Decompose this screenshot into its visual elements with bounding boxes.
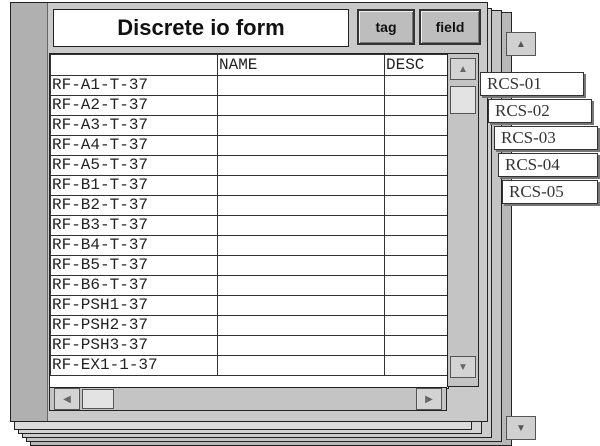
table-row[interactable]: RF-B2-T-37: [50, 195, 448, 216]
tag-cell[interactable]: RF-A2-T-37: [50, 95, 218, 116]
horizontal-scrollbar[interactable]: ◀ ▶: [49, 387, 447, 411]
desc-cell[interactable]: [384, 235, 448, 256]
name-cell[interactable]: [217, 115, 385, 136]
name-cell[interactable]: [217, 255, 385, 276]
record-tab-rcs-02[interactable]: RCS-02: [488, 99, 592, 123]
name-cell[interactable]: [217, 295, 385, 316]
previous-record-up-icon[interactable]: ▲: [506, 32, 536, 56]
desc-cell[interactable]: [384, 295, 448, 316]
tag-cell[interactable]: RF-PSH2-37: [50, 315, 218, 336]
desc-cell[interactable]: [384, 95, 448, 116]
name-cell[interactable]: [217, 175, 385, 196]
table-row[interactable]: RF-B6-T-37: [50, 275, 448, 296]
header-row: NAME DESC: [50, 54, 448, 76]
desc-cell[interactable]: [384, 335, 448, 356]
horizontal-scroll-thumb[interactable]: [82, 389, 114, 409]
desc-cell[interactable]: [384, 75, 448, 96]
header-desc[interactable]: DESC: [384, 54, 448, 76]
desc-cell[interactable]: [384, 215, 448, 236]
tag-cell[interactable]: RF-EX1-1-37: [50, 355, 218, 376]
desc-cell[interactable]: [384, 115, 448, 136]
table-row[interactable]: RF-B5-T-37: [50, 255, 448, 276]
table-row[interactable]: RF-B3-T-37: [50, 215, 448, 236]
name-cell[interactable]: [217, 235, 385, 256]
desc-cell[interactable]: [384, 175, 448, 196]
desc-cell[interactable]: [384, 255, 448, 276]
tag-cell[interactable]: RF-A3-T-37: [50, 115, 218, 136]
next-record-down-icon[interactable]: ▼: [506, 416, 536, 440]
table-row[interactable]: RF-B4-T-37: [50, 235, 448, 256]
desc-cell[interactable]: [384, 355, 448, 376]
scroll-right-icon[interactable]: ▶: [416, 388, 442, 410]
record-tab-rcs-05[interactable]: RCS-05: [502, 180, 598, 204]
header-name[interactable]: NAME: [217, 54, 385, 76]
tag-cell[interactable]: RF-B3-T-37: [50, 215, 218, 236]
name-cell[interactable]: [217, 195, 385, 216]
scroll-down-icon[interactable]: ▼: [450, 356, 476, 378]
name-cell[interactable]: [217, 95, 385, 116]
name-cell[interactable]: [217, 355, 385, 376]
name-cell[interactable]: [217, 275, 385, 296]
table-row[interactable]: RF-EX1-1-37: [50, 355, 448, 376]
name-cell[interactable]: [217, 315, 385, 336]
desc-cell[interactable]: [384, 275, 448, 296]
table-row[interactable]: RF-B1-T-37: [50, 175, 448, 196]
io-table: NAME DESC RF-A1-T-37 RF-A2-T-37 RF-A3-T-…: [50, 54, 448, 376]
header-tag[interactable]: [50, 54, 218, 76]
field-button[interactable]: field: [419, 9, 481, 45]
tag-cell[interactable]: RF-B1-T-37: [50, 175, 218, 196]
name-cell[interactable]: [217, 75, 385, 96]
record-tab-rcs-04[interactable]: RCS-04: [498, 153, 598, 177]
tag-cell[interactable]: RF-B2-T-37: [50, 195, 218, 216]
table-row[interactable]: RF-PSH3-37: [50, 335, 448, 356]
tag-cell[interactable]: RF-B4-T-37: [50, 235, 218, 256]
tag-cell[interactable]: RF-A1-T-37: [50, 75, 218, 96]
tag-cell[interactable]: RF-A4-T-37: [50, 135, 218, 156]
desc-cell[interactable]: [384, 135, 448, 156]
name-cell[interactable]: [217, 155, 385, 176]
tag-cell[interactable]: RF-PSH3-37: [50, 335, 218, 356]
scroll-up-icon[interactable]: ▲: [450, 58, 476, 80]
vertical-scroll-thumb[interactable]: [450, 86, 476, 114]
form-title: Discrete io form: [53, 9, 349, 47]
desc-cell[interactable]: [384, 315, 448, 336]
table-row[interactable]: RF-A4-T-37: [50, 135, 448, 156]
tag-cell[interactable]: RF-B5-T-37: [50, 255, 218, 276]
table-row[interactable]: RF-A2-T-37: [50, 95, 448, 116]
discrete-io-form: Discrete io form tag field NAME DESC RF-…: [10, 2, 488, 422]
data-grid: NAME DESC RF-A1-T-37 RF-A2-T-37 RF-A3-T-…: [49, 53, 449, 389]
tag-cell[interactable]: RF-B6-T-37: [50, 275, 218, 296]
scroll-left-icon[interactable]: ◀: [54, 388, 80, 410]
vertical-scrollbar[interactable]: ▲ ▼: [447, 53, 479, 387]
table-row[interactable]: RF-PSH2-37: [50, 315, 448, 336]
desc-cell[interactable]: [384, 195, 448, 216]
name-cell[interactable]: [217, 335, 385, 356]
table-row[interactable]: RF-PSH1-37: [50, 295, 448, 316]
tag-cell[interactable]: RF-A5-T-37: [50, 155, 218, 176]
table-row[interactable]: RF-A3-T-37: [50, 115, 448, 136]
form-left-margin: [11, 3, 48, 421]
name-cell[interactable]: [217, 215, 385, 236]
record-tab-rcs-03[interactable]: RCS-03: [494, 126, 598, 150]
tag-cell[interactable]: RF-PSH1-37: [50, 295, 218, 316]
name-cell[interactable]: [217, 135, 385, 156]
tag-button[interactable]: tag: [357, 9, 415, 45]
table-row[interactable]: RF-A1-T-37: [50, 75, 448, 96]
table-row[interactable]: RF-A5-T-37: [50, 155, 448, 176]
desc-cell[interactable]: [384, 155, 448, 176]
record-tab-rcs-01[interactable]: RCS-01: [480, 72, 584, 96]
